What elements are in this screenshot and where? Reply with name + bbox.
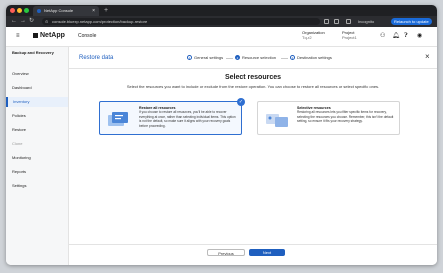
url-text: console.bluexp.netapp.com/protection/bac…: [52, 19, 148, 24]
tab-title: NetApp Console: [44, 8, 74, 13]
project-value: Project1: [342, 35, 357, 40]
selective-resources-illustration-icon: [266, 114, 288, 127]
incognito-indicator[interactable]: Incognito: [358, 18, 374, 25]
sidebar-item-overview[interactable]: Overview: [6, 69, 68, 79]
step-destination-settings[interactable]: 3 Destination settings: [290, 55, 332, 61]
sidebar-section-title: Backup and Recovery: [12, 50, 54, 55]
minimize-window-icon[interactable]: [17, 8, 22, 13]
organization-selector[interactable]: Organization Tq-r2: [302, 30, 325, 40]
extensions-icon[interactable]: [346, 19, 351, 24]
sidebar-item-clone[interactable]: Clone: [6, 139, 68, 149]
main-content: Restore data 1 General settings 2 Resource…: [69, 47, 437, 265]
help-icon[interactable]: ❓︎: [404, 33, 408, 40]
section-heading: Select resources: [224, 74, 282, 81]
previous-button[interactable]: Previous: [207, 249, 245, 256]
browser-window: NetApp Console × + ← → ↻ ⊙ console.bluex…: [6, 5, 437, 265]
close-icon[interactable]: ×: [425, 52, 430, 62]
maximize-window-icon[interactable]: [24, 8, 29, 13]
new-tab-button[interactable]: +: [104, 5, 108, 16]
notifications-icon[interactable]: 🔔︎: [392, 33, 400, 40]
selected-check-icon: ✓: [237, 98, 245, 106]
page-title: Restore data: [79, 55, 114, 61]
sidebar-item-settings[interactable]: Settings: [6, 181, 68, 191]
step-resource-selection[interactable]: 2 Resource selection: [235, 55, 276, 61]
step-number: 1: [187, 55, 192, 61]
site-info-icon[interactable]: ⊙: [45, 18, 48, 25]
option-selective-resources[interactable]: Selective resources Restoring all resour…: [257, 101, 400, 135]
footer-divider: [69, 244, 437, 245]
netapp-mark-icon: [33, 32, 38, 38]
app-header: ≡ NetApp Console Organization Tq-r2 Proj…: [6, 27, 437, 47]
translate-icon[interactable]: [324, 19, 329, 24]
step-connector: [281, 58, 288, 59]
browser-tab[interactable]: NetApp Console ×: [33, 6, 99, 16]
sidebar-item-monitoring[interactable]: Monitoring: [6, 153, 68, 163]
forward-icon[interactable]: →: [20, 16, 26, 27]
sidebar: Backup and Recovery Overview Dashboard I…: [6, 47, 69, 265]
address-bar-row: ← → ↻ ⊙ console.bluexp.netapp.com/protec…: [6, 16, 437, 27]
option-description: If you choose to restore all resources, …: [139, 110, 236, 128]
netapp-logo: NetApp: [33, 32, 65, 40]
reload-icon[interactable]: ↻: [29, 16, 34, 27]
sidebar-item-dashboard[interactable]: Dashboard: [6, 83, 68, 93]
users-icon[interactable]: ⚇: [380, 33, 385, 40]
section-subheading: Select the resources you want to include…: [126, 84, 380, 89]
account-icon[interactable]: ◉: [417, 33, 422, 40]
console-label: Console: [78, 33, 97, 39]
step-number: 2: [235, 55, 240, 61]
option-text: Selective resources Restoring all resour…: [297, 106, 395, 124]
step-number: 3: [290, 55, 295, 61]
url-bar[interactable]: ⊙ console.bluexp.netapp.com/protection/b…: [42, 18, 320, 25]
project-selector[interactable]: Project Project1: [342, 30, 357, 40]
close-window-icon[interactable]: [10, 8, 15, 13]
sidebar-item-reports[interactable]: Reports: [6, 167, 68, 177]
step-connector: [226, 58, 233, 59]
organization-value: Tq-r2: [302, 35, 312, 40]
tab-strip: NetApp Console × +: [6, 5, 437, 16]
step-label: Destination settings: [297, 55, 332, 60]
option-description: Restoring all resources lets you filter …: [297, 110, 394, 124]
restore-all-illustration-icon: [108, 112, 128, 126]
bookmark-icon[interactable]: [334, 19, 339, 24]
option-restore-all-resources[interactable]: Restore all resources If you choose to r…: [99, 98, 245, 135]
relaunch-button[interactable]: Relaunch to update: [391, 18, 432, 25]
netapp-favicon-icon: [37, 9, 41, 13]
header-divider: [69, 68, 437, 69]
back-icon[interactable]: ←: [11, 16, 17, 27]
hamburger-icon[interactable]: ≡: [16, 33, 20, 39]
step-label: Resource selection: [242, 55, 277, 60]
option-text: Restore all resources If you choose to r…: [139, 106, 237, 128]
step-general-settings[interactable]: 1 General settings: [187, 55, 223, 61]
brand-name: NetApp: [40, 32, 65, 39]
tab-close-icon[interactable]: ×: [92, 6, 95, 16]
step-label: General settings: [194, 55, 224, 60]
sidebar-item-restore[interactable]: Restore: [6, 125, 68, 135]
next-button[interactable]: Next: [249, 249, 285, 256]
sidebar-item-policies[interactable]: Policies: [6, 111, 68, 121]
sidebar-item-inventory[interactable]: Inventory: [6, 97, 68, 107]
